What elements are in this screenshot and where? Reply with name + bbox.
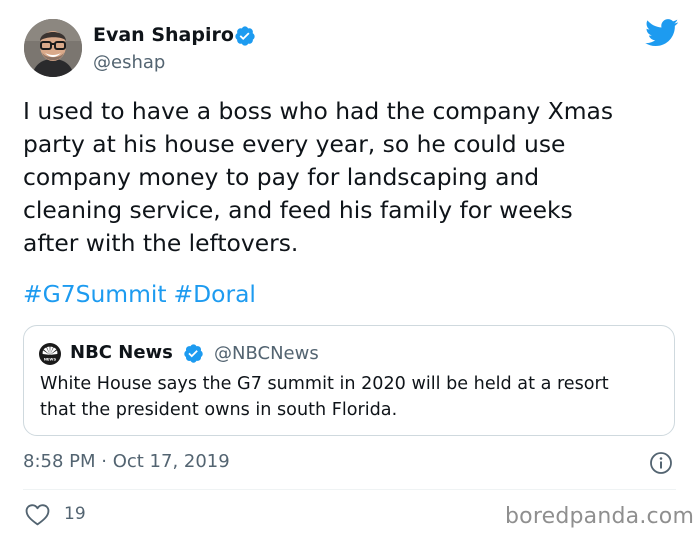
quoted-tweet-text: White House says the G7 summit in 2020 w…: [40, 374, 609, 420]
divider: [23, 489, 676, 490]
avatar[interactable]: [24, 19, 82, 77]
verified-icon: [184, 344, 203, 363]
nbc-peacock-icon: NEWS: [39, 343, 61, 365]
svg-text:NEWS: NEWS: [44, 357, 57, 361]
hashtag-link[interactable]: #Doral: [174, 280, 256, 308]
quoted-author-name: NBC News: [70, 342, 173, 363]
tweet-timestamp[interactable]: 8:58 PM · Oct 17, 2019: [23, 451, 230, 472]
author-handle[interactable]: @eshap: [93, 52, 165, 73]
avatar-image: [24, 19, 82, 77]
hashtags: #G7Summit #Doral: [23, 279, 263, 309]
tweet-card: Evan Shapiro @eshap I used to have a bos…: [0, 0, 700, 540]
info-icon[interactable]: [649, 451, 673, 475]
tweet-text: I used to have a boss who had the compan…: [23, 97, 614, 257]
twitter-bird-icon[interactable]: [645, 19, 679, 47]
author-name[interactable]: Evan Shapiro: [93, 24, 234, 46]
verified-icon: [235, 26, 255, 46]
like-count: 19: [64, 504, 86, 524]
hashtag-link[interactable]: #G7Summit: [23, 280, 167, 308]
quoted-tweet[interactable]: NEWS NBC News @NBCNews White House says …: [23, 325, 675, 436]
watermark: boredpanda.com: [505, 504, 695, 529]
heart-icon[interactable]: [25, 503, 50, 526]
quoted-author-handle: @NBCNews: [214, 343, 319, 364]
